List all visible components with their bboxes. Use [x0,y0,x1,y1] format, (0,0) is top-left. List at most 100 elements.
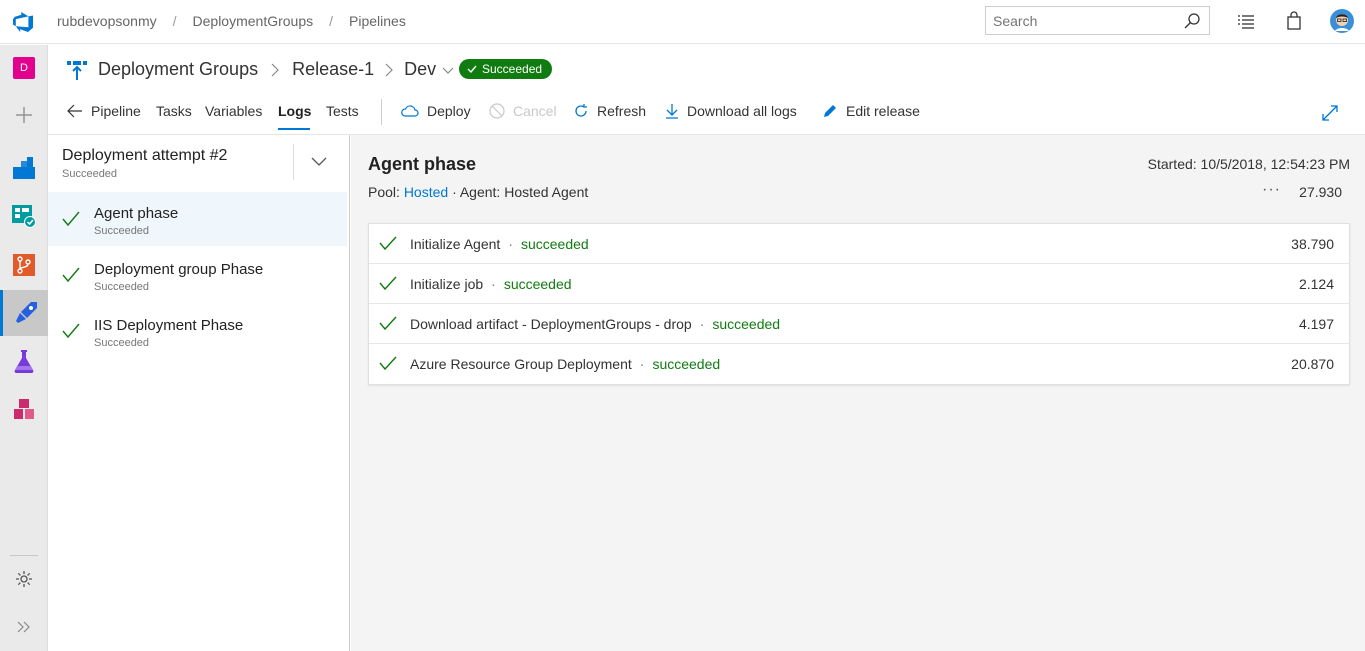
left-nav: D [0,45,48,651]
phase-title: Agent phase [368,154,477,174]
search-icon[interactable] [1183,12,1201,30]
phase-status: Succeeded [94,281,150,293]
checkmark-icon [62,267,80,283]
crumb-environment[interactable]: Dev [404,59,436,80]
task-duration: 38.790 [1291,236,1334,252]
plus-icon [16,107,32,123]
azure-devops-logo-icon[interactable] [11,10,35,34]
more-options-icon[interactable]: ··· [1262,181,1281,199]
phase-name: Deployment group Phase [94,261,264,278]
task-status: succeeded [712,316,781,332]
phase-item-iis-deployment[interactable]: IIS Deployment Phase Succeeded [48,304,347,358]
checkmark-icon [467,65,477,74]
task-list-icon[interactable] [1236,11,1256,31]
separator-dot: · [639,356,645,372]
fullscreen-icon[interactable] [1322,105,1338,121]
active-tab-indicator [278,128,310,130]
attempt-title: Deployment attempt #2 [62,147,228,164]
checkmark-icon [379,276,397,291]
task-duration: 2.124 [1298,276,1334,292]
chevron-right-icon [385,63,393,76]
checkmark-icon [62,323,80,339]
tab-tests[interactable]: Tests [326,103,359,119]
separator-dot: · [508,236,513,252]
checkmark-icon [379,236,397,251]
nav-boards[interactable] [0,193,48,239]
task-info: Initialize Agent · succeeded [410,236,589,252]
search-box[interactable] [985,6,1210,35]
nav-repos[interactable] [0,242,48,288]
task-status: succeeded [520,236,589,252]
download-label: Download all logs [687,103,797,119]
refresh-button[interactable]: Refresh [573,103,646,119]
tab-tasks[interactable]: Tasks [156,103,192,119]
breadcrumb: rubdevopsonmy / DeploymentGroups / Pipel… [57,13,406,29]
edit-release-label: Edit release [846,103,920,119]
pool-link[interactable]: Hosted [404,184,448,200]
search-input[interactable] [993,13,1173,29]
pencil-icon [824,105,836,117]
phase-duration: 27.930 [1299,184,1342,200]
attempt-status: Succeeded [62,168,118,180]
tab-variables[interactable]: Variables [205,103,262,119]
nav-add[interactable] [0,92,48,138]
marketplace-bag-icon[interactable] [1284,11,1304,31]
nav-expand[interactable] [0,604,48,650]
task-duration: 20.870 [1291,356,1334,372]
double-chevron-right-icon [17,621,30,633]
phase-item-agent[interactable]: Agent phase Succeeded [48,192,347,246]
download-logs-button[interactable]: Download all logs [665,103,797,119]
nav-artifacts[interactable] [0,386,48,432]
test-plans-icon [14,350,34,373]
back-to-pipeline-button[interactable]: Pipeline [67,103,141,119]
separator-dot: · [491,276,496,292]
task-name: Initialize Agent [410,236,501,252]
tab-logs-label: Logs [278,103,312,119]
separator-dot: · [699,316,705,332]
cancel-button[interactable]: Cancel [489,103,557,119]
refresh-label: Refresh [597,103,647,119]
attempt-selector[interactable]: Deployment attempt #2 Succeeded [62,147,227,180]
tab-logs[interactable]: Logs [278,103,311,119]
edit-release-button[interactable]: Edit release [822,103,920,119]
download-icon [666,104,678,119]
nav-overview[interactable] [0,145,48,191]
breadcrumb-org[interactable]: rubdevopsonmy [57,13,157,29]
checkmark-icon [62,211,80,227]
breadcrumb-project[interactable]: DeploymentGroups [193,13,314,29]
crumb-release[interactable]: Release-1 [292,59,374,80]
separator-dot: · [452,184,460,200]
task-name: Azure Resource Group Deployment [410,356,632,372]
chevron-down-icon[interactable] [442,64,454,76]
task-duration: 4.197 [1298,316,1334,332]
deploy-label: Deploy [427,103,471,119]
toolbar-divider [381,99,382,125]
crumb-deployment-groups[interactable]: Deployment Groups [98,59,258,80]
deploy-button[interactable]: Deploy [401,103,471,119]
task-name: Initialize job [410,276,484,292]
phases-panel: Deployment attempt #2 Succeeded Agent ph… [48,135,350,651]
breadcrumb-pipelines[interactable]: Pipelines [349,13,406,29]
cloud-icon [401,105,419,117]
deployment-groups-icon [67,61,87,80]
back-label: Pipeline [91,103,141,119]
task-row[interactable]: Download artifact - DeploymentGroups - d… [369,304,1349,344]
overview-icon [13,157,35,179]
task-name: Download artifact - DeploymentGroups - d… [410,316,692,332]
nav-settings[interactable] [0,556,48,602]
top-bar: rubdevopsonmy / DeploymentGroups / Pipel… [0,0,1365,44]
nav-test-plans[interactable] [0,338,48,384]
phase-name: Agent phase [94,205,179,222]
nav-pipelines[interactable] [0,290,48,336]
breadcrumb-separator: / [172,13,177,29]
task-row[interactable]: Azure Resource Group Deployment · succeede… [369,344,1349,384]
user-avatar-icon[interactable] [1330,9,1354,33]
task-row[interactable]: Initialize Agent · succeeded 38.790 [369,224,1349,264]
task-row[interactable]: Initialize job · succeeded 2.124 [369,264,1349,304]
artifacts-icon [14,399,34,419]
task-info: Initialize job · succeeded [410,276,572,292]
chevron-down-icon[interactable] [311,155,327,167]
gear-icon [16,571,32,587]
nav-project[interactable]: D [0,45,48,91]
phase-item-deployment-group[interactable]: Deployment group Phase Succeeded [48,248,347,302]
